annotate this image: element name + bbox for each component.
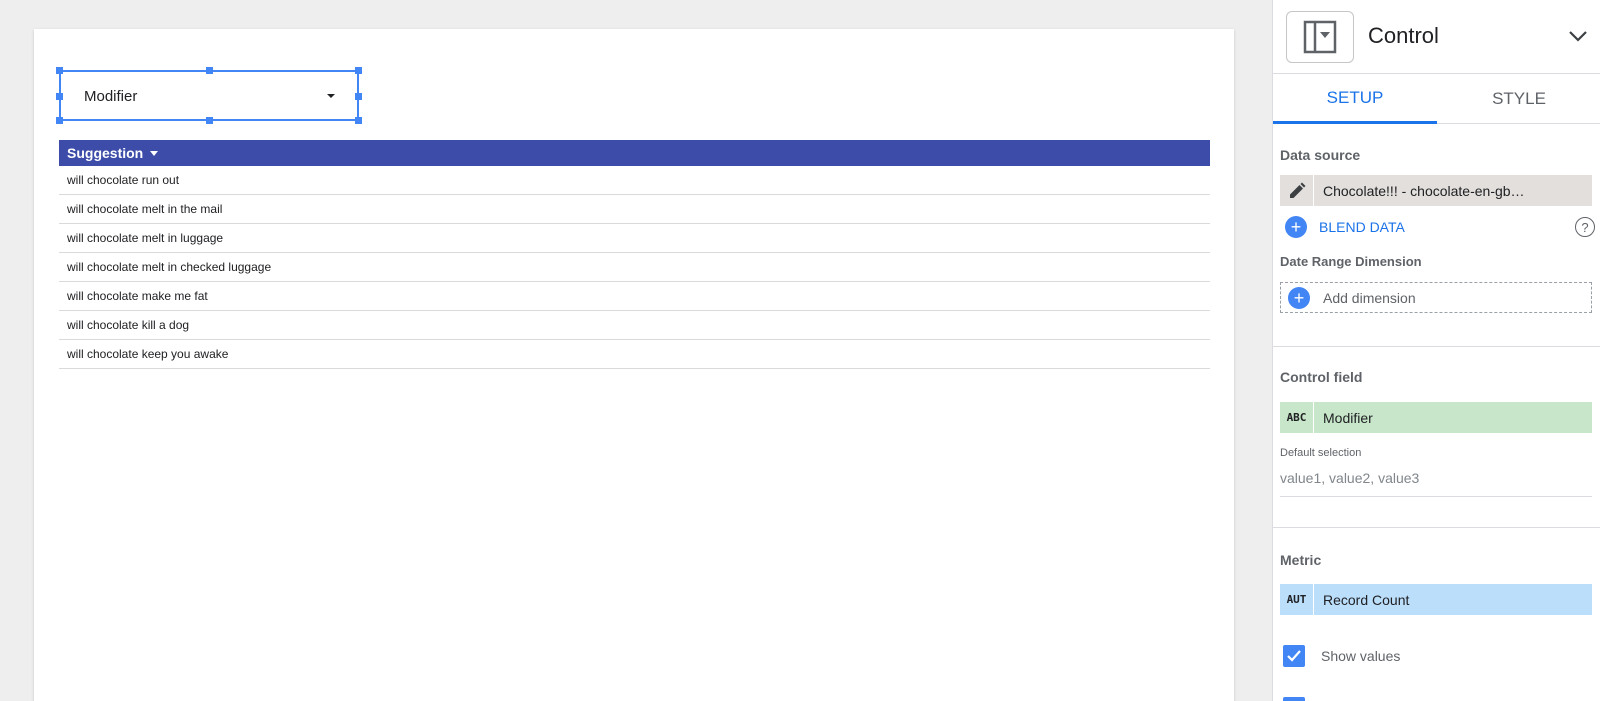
table-row: will chocolate run out (59, 166, 1210, 195)
tab-style[interactable]: STYLE (1437, 74, 1600, 124)
show-values-label: Show values (1321, 648, 1401, 664)
data-source-name: Chocolate!!! - chocolate-en-gb… (1323, 182, 1525, 199)
table-header[interactable]: Suggestion (59, 140, 1210, 166)
data-source-heading: Data source (1280, 147, 1361, 163)
resize-handle-top-right[interactable] (355, 67, 362, 74)
show-values-checkbox[interactable] (1283, 645, 1305, 667)
add-circle-icon: + (1288, 286, 1310, 309)
panel-title: Control (1368, 23, 1439, 48)
properties-panel: Control SETUP STYLE Data source Chocolat… (1272, 0, 1600, 701)
section-divider (1273, 346, 1600, 347)
table-row: will chocolate melt in luggage (59, 224, 1210, 253)
dropdown-arrow-icon (327, 94, 335, 98)
resize-handle-top[interactable] (206, 67, 213, 74)
metric-chip[interactable]: AUT Record Count (1280, 584, 1592, 615)
add-circle-icon: + (1285, 216, 1307, 238)
show-values-option[interactable]: Show values (1283, 645, 1400, 667)
resize-handle-right[interactable] (355, 93, 362, 100)
add-dimension-label: Add dimension (1323, 289, 1416, 306)
resize-handle-bottom-left[interactable] (56, 117, 63, 124)
edit-pencil-icon[interactable] (1280, 175, 1314, 206)
control-field-name: Modifier (1323, 409, 1373, 426)
resize-handle-bottom[interactable] (206, 117, 213, 124)
sort-descending-icon[interactable] (150, 150, 159, 156)
report-canvas[interactable]: Modifier Suggestion will chocolate run o… (34, 29, 1234, 701)
checkmark-icon (1287, 650, 1301, 662)
dropdown-list-control-icon (1303, 20, 1337, 54)
blend-data-label: BLEND DATA (1319, 219, 1405, 235)
resize-handle-top-left[interactable] (56, 67, 63, 74)
date-range-heading: Date Range Dimension (1280, 254, 1422, 269)
control-field-heading: Control field (1280, 369, 1363, 385)
default-selection-label: Default selection (1280, 447, 1362, 459)
default-selection-input[interactable]: value1, value2, value3 (1280, 468, 1592, 497)
resize-handle-left[interactable] (56, 93, 63, 100)
resize-handle-bottom-right[interactable] (355, 117, 362, 124)
table-row: will chocolate make me fat (59, 282, 1210, 311)
text-type-icon: ABC (1280, 402, 1314, 433)
section-divider (1273, 527, 1600, 528)
data-source-chip[interactable]: Chocolate!!! - chocolate-en-gb… (1280, 175, 1592, 206)
table-row: will chocolate melt in checked luggage (59, 253, 1210, 282)
auto-type-icon: AUT (1280, 584, 1314, 615)
option-checkbox[interactable] (1283, 697, 1305, 701)
panel-header: Control (1273, 0, 1600, 74)
tab-setup[interactable]: SETUP (1273, 74, 1437, 124)
blend-data-button[interactable]: + BLEND DATA ? (1285, 215, 1595, 239)
dropdown-control-label: Modifier (84, 88, 138, 105)
table-row: will chocolate keep you awake (59, 340, 1210, 369)
column-header-suggestion[interactable]: Suggestion (67, 145, 143, 161)
panel-tabs: SETUP STYLE (1273, 74, 1600, 124)
suggestion-table: Suggestion will chocolate run out will c… (59, 140, 1210, 369)
table-row: will chocolate melt in the mail (59, 195, 1210, 224)
metric-name: Record Count (1323, 591, 1410, 608)
metric-heading: Metric (1280, 552, 1322, 568)
control-field-chip[interactable]: ABC Modifier (1280, 402, 1592, 433)
chevron-down-icon[interactable] (1566, 24, 1590, 48)
dropdown-control[interactable]: Modifier (56, 67, 362, 124)
add-dimension-button[interactable]: + Add dimension (1280, 282, 1592, 313)
control-type-button[interactable] (1286, 11, 1354, 63)
help-icon[interactable]: ? (1575, 217, 1595, 237)
table-row: will chocolate kill a dog (59, 311, 1210, 340)
